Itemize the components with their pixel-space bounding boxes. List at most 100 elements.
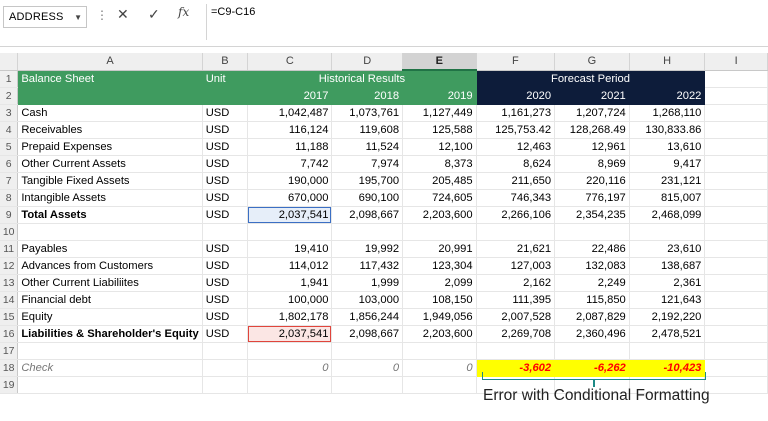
cell-unit[interactable]: USD	[202, 155, 249, 173]
cell-value[interactable]	[476, 223, 556, 241]
row-header[interactable]: 10	[0, 223, 19, 241]
column-header-c[interactable]: C	[247, 53, 333, 71]
cell-empty[interactable]	[704, 138, 768, 156]
cell-value[interactable]: 7,974	[331, 155, 404, 173]
row-header[interactable]: 17	[0, 342, 19, 360]
cell-line-item-label[interactable]: Prepaid Expenses	[17, 138, 203, 156]
cell-unit[interactable]: USD	[202, 257, 249, 275]
cell-value[interactable]: 130,833.86	[629, 121, 706, 139]
formula-input[interactable]: =C9-C16	[211, 6, 255, 18]
cell-unit[interactable]: USD	[202, 274, 249, 292]
cell-unit[interactable]: USD	[202, 325, 249, 343]
cell-value[interactable]	[402, 342, 477, 360]
cell-empty[interactable]	[704, 206, 768, 224]
cell-empty[interactable]	[704, 172, 768, 190]
cell-unit[interactable]	[202, 342, 249, 360]
cell-value[interactable]: 2,478,521	[629, 325, 706, 343]
cell-value[interactable]: 11,188	[247, 138, 333, 156]
dropdown-icon[interactable]: ▼	[74, 13, 82, 22]
cell-empty[interactable]	[704, 274, 768, 292]
cell-value[interactable]: 670,000	[247, 189, 333, 207]
cell-value[interactable]: 19,992	[331, 240, 404, 258]
cell-value[interactable]	[247, 376, 333, 394]
cell-value[interactable]: 11,524	[331, 138, 404, 156]
cell-value[interactable]: 116,124	[247, 121, 333, 139]
cell-value[interactable]: 2,192,220	[629, 308, 706, 326]
cell-empty[interactable]	[17, 87, 203, 105]
cell-value[interactable]: 8,969	[554, 155, 630, 173]
cell-value[interactable]: 1,073,761	[331, 104, 404, 122]
name-box[interactable]: ADDRESS ▼	[3, 6, 87, 28]
cell-value[interactable]	[476, 342, 556, 360]
cell-value[interactable]: 8,624	[476, 155, 556, 173]
cell-line-item-label[interactable]: Payables	[17, 240, 203, 258]
cell-value[interactable]: 23,610	[629, 240, 706, 258]
cell-year-header[interactable]: 2021	[554, 87, 630, 105]
cell-value[interactable]: 2,361	[629, 274, 706, 292]
cell-line-item-label[interactable]: Tangible Fixed Assets	[17, 172, 203, 190]
cell-line-item-label[interactable]: Financial debt	[17, 291, 203, 309]
cell-value[interactable]: 115,850	[554, 291, 630, 309]
fx-icon[interactable]: fx	[178, 5, 189, 19]
cell-value[interactable]: 2,360,496	[554, 325, 630, 343]
cell-empty[interactable]	[704, 104, 768, 122]
cell-value[interactable]: 690,100	[331, 189, 404, 207]
cell-empty[interactable]	[704, 70, 768, 88]
cell-year-header[interactable]: 2019	[402, 87, 477, 105]
cell-value[interactable]: 1,802,178	[247, 308, 333, 326]
cell-value[interactable]: 2,468,099	[629, 206, 706, 224]
more-icon[interactable]: ⋮	[96, 7, 108, 23]
cell-value[interactable]	[554, 223, 630, 241]
cell-line-item-label[interactable]: Check	[17, 359, 203, 377]
cell-line-item-label[interactable]: Liabilities & Shareholder's Equity	[17, 325, 203, 343]
cell-value[interactable]: 815,007	[629, 189, 706, 207]
cell-value[interactable]: 2,037,541	[247, 206, 333, 224]
row-header[interactable]: 19	[0, 376, 19, 394]
cell-value[interactable]: 114,012	[247, 257, 333, 275]
cell-empty[interactable]	[704, 342, 768, 360]
cell-value[interactable]: 205,485	[402, 172, 477, 190]
cell-historical-results-header[interactable]: Historical Results	[247, 70, 477, 88]
cell-unit[interactable]	[202, 223, 249, 241]
cell-value[interactable]: 1,207,724	[554, 104, 630, 122]
cell-year-header[interactable]: 2017	[247, 87, 333, 105]
cell-empty[interactable]	[704, 257, 768, 275]
row-header[interactable]: 3	[0, 104, 19, 122]
cell-unit[interactable]: USD	[202, 206, 249, 224]
cell-line-item-label[interactable]: Other Current Liabiliites	[17, 274, 203, 292]
row-header[interactable]: 13	[0, 274, 19, 292]
cell-value[interactable]: 231,121	[629, 172, 706, 190]
cell-empty[interactable]	[704, 376, 768, 394]
row-header[interactable]: 5	[0, 138, 19, 156]
cell-value[interactable]	[629, 223, 706, 241]
cell-unit[interactable]: USD	[202, 189, 249, 207]
row-header[interactable]: 8	[0, 189, 19, 207]
cell-value[interactable]: 19,410	[247, 240, 333, 258]
cell-year-header[interactable]: 2020	[476, 87, 556, 105]
cell-value[interactable]: 724,605	[402, 189, 477, 207]
cell-value[interactable]: 2,162	[476, 274, 556, 292]
cell-value[interactable]: 2,354,235	[554, 206, 630, 224]
column-header-g[interactable]: G	[554, 53, 630, 71]
cell-value[interactable]: 190,000	[247, 172, 333, 190]
cell-value[interactable]: 1,999	[331, 274, 404, 292]
cell-value[interactable]	[554, 342, 630, 360]
cell-year-header[interactable]: 2018	[331, 87, 404, 105]
cell-value[interactable]: 2,269,708	[476, 325, 556, 343]
cell-line-item-label[interactable]	[17, 223, 203, 241]
cell-value[interactable]: 2,007,528	[476, 308, 556, 326]
cell-value[interactable]: 132,083	[554, 257, 630, 275]
cell-value[interactable]: 1,268,110	[629, 104, 706, 122]
cell-unit[interactable]: USD	[202, 240, 249, 258]
cell-check-value[interactable]: 0	[331, 359, 404, 377]
row-header[interactable]: 1	[0, 70, 19, 88]
enter-check-icon[interactable]: ✓	[148, 6, 160, 23]
cell-value[interactable]: 125,588	[402, 121, 477, 139]
cell-value[interactable]: 119,608	[331, 121, 404, 139]
cell-value[interactable]: 121,643	[629, 291, 706, 309]
cell-line-item-label[interactable]	[17, 342, 203, 360]
cell-unit-header[interactable]: Unit	[202, 70, 249, 88]
cell-value[interactable]: 2,098,667	[331, 325, 404, 343]
row-header[interactable]: 12	[0, 257, 19, 275]
row-header[interactable]: 7	[0, 172, 19, 190]
